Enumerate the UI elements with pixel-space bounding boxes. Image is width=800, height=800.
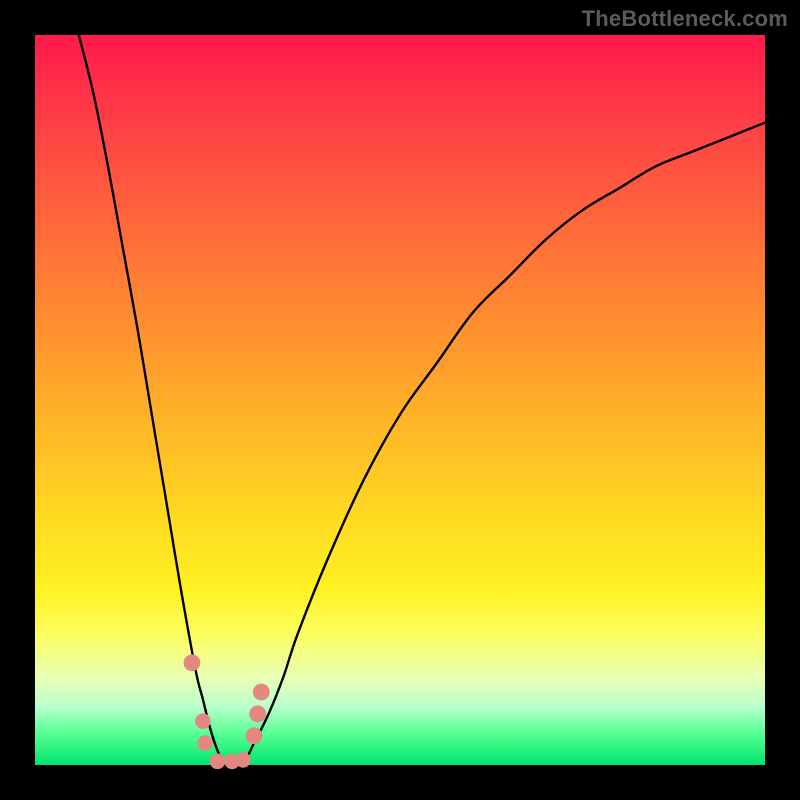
chart-frame: TheBottleneck.com [0,0,800,800]
data-point-marker [195,713,211,729]
data-point-marker [235,752,251,768]
data-point-marker [249,706,266,723]
data-point-marker [184,654,201,671]
bottleneck-curve [35,35,765,765]
data-point-marker [246,727,263,744]
data-point-marker [197,735,213,751]
data-point-marker [253,684,270,701]
curve-path [79,35,765,766]
data-point-marker [210,754,226,770]
plot-area [35,35,765,765]
attribution-watermark: TheBottleneck.com [582,6,788,32]
